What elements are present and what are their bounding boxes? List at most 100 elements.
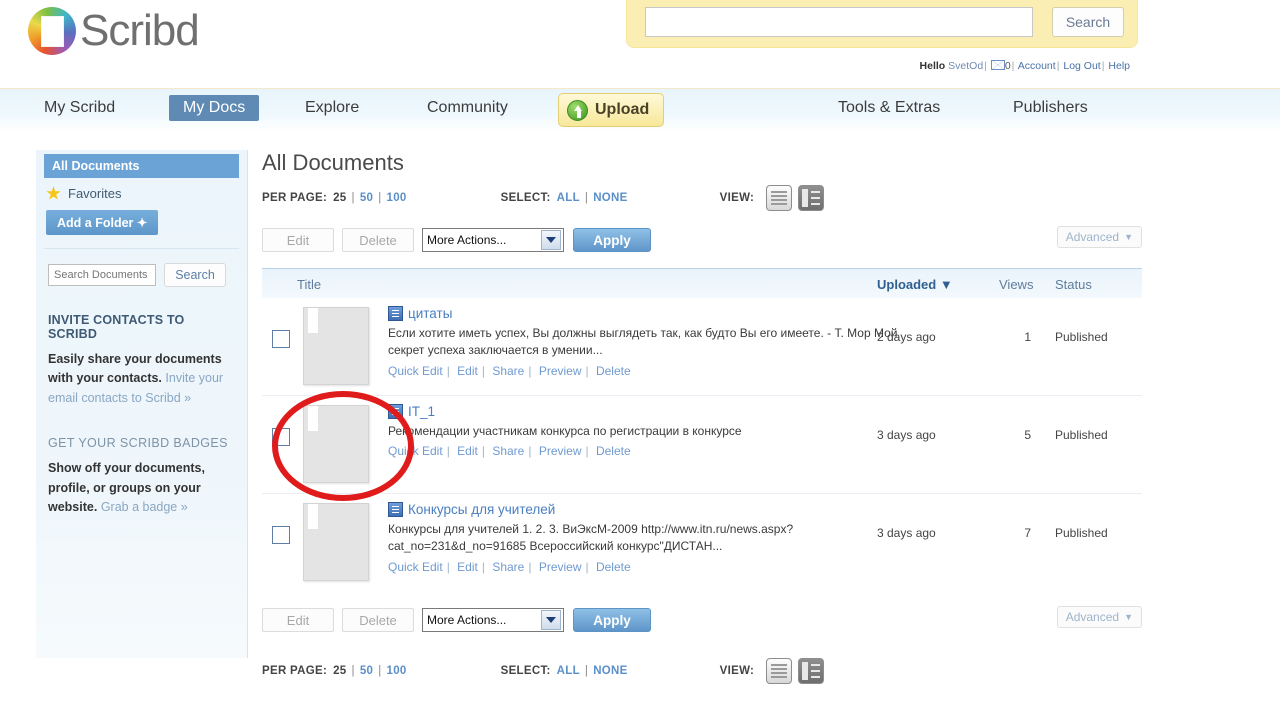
delete-button-top[interactable]: Delete <box>342 228 414 252</box>
global-search-box: Search <box>626 0 1138 48</box>
delete-button-bottom[interactable]: Delete <box>342 608 414 632</box>
promo-badges: GET YOUR SCRIBD BADGES Show off your doc… <box>48 436 235 517</box>
nav-item-community[interactable]: Community <box>427 99 508 117</box>
edit-link[interactable]: Edit <box>457 560 478 574</box>
quick-edit-link[interactable]: Quick Edit <box>388 444 443 458</box>
add-folder-button[interactable]: Add a Folder ✦ <box>46 210 159 235</box>
column-header-status[interactable]: Status <box>1055 277 1092 292</box>
advanced-button-top[interactable]: Advanced ▼ <box>1056 226 1142 248</box>
quick-edit-link[interactable]: Quick Edit <box>388 364 443 378</box>
document-description: Конкурсы для учителей 1. 2. 3. ВиЭксМ-20… <box>388 522 794 554</box>
nav-item-my-scribd[interactable]: My Scribd <box>44 99 115 117</box>
sidebar-item-favorites-label: Favorites <box>68 186 122 201</box>
view-list-icon-bottom[interactable] <box>766 658 793 684</box>
per-page-25[interactable]: 25 <box>333 192 346 204</box>
meta-row-top: PER PAGE: 25 | 50 | 100 SELECT: ALL | NO… <box>262 185 1142 211</box>
sidebar-item-favorites[interactable]: Favorites <box>46 186 239 201</box>
select-all-link-bottom[interactable]: ALL <box>557 665 580 677</box>
share-link[interactable]: Share <box>492 560 524 574</box>
sidebar-item-all-documents[interactable]: All Documents <box>44 154 239 178</box>
more-actions-label-top: More Actions... <box>427 233 507 247</box>
row-checkbox[interactable] <box>272 526 290 544</box>
document-thumbnail[interactable] <box>303 307 369 385</box>
document-title-row: IT_1 <box>388 404 928 419</box>
preview-link[interactable]: Preview <box>539 364 582 378</box>
help-link[interactable]: Help <box>1108 60 1130 72</box>
view-list-icon[interactable] <box>766 185 793 211</box>
per-page-50-bottom[interactable]: 50 <box>360 665 373 677</box>
account-link[interactable]: Account <box>1018 60 1056 72</box>
table-header: Title Uploaded ▼ Views Status <box>262 268 1142 298</box>
sidebar-search: Search <box>48 263 247 287</box>
nav-item-publishers[interactable]: Publishers <box>1013 99 1088 117</box>
document-thumbnail[interactable] <box>303 405 369 483</box>
delete-link[interactable]: Delete <box>596 364 631 378</box>
delete-link[interactable]: Delete <box>596 444 631 458</box>
column-header-uploaded[interactable]: Uploaded ▼ <box>877 277 953 292</box>
main-content: All Documents PER PAGE: 25 | 50 | 100 SE… <box>262 150 1142 684</box>
document-title-link[interactable]: Конкурсы для учителей <box>408 502 555 517</box>
chevron-down-icon: ▼ <box>1124 232 1133 242</box>
edit-button-bottom[interactable]: Edit <box>262 608 334 632</box>
share-link[interactable]: Share <box>492 364 524 378</box>
view-label: VIEW: <box>719 192 755 204</box>
advanced-label-bottom: Advanced <box>1065 610 1120 624</box>
nav-item-explore[interactable]: Explore <box>305 99 359 117</box>
apply-button-top[interactable]: Apply <box>573 228 651 252</box>
word-document-icon <box>388 306 403 321</box>
main-nav: My Scribd My Docs Explore Community Uplo… <box>0 88 1280 132</box>
document-uploaded: 3 days ago <box>877 428 936 442</box>
nav-item-tools-extras[interactable]: Tools & Extras <box>838 99 940 117</box>
per-page-100[interactable]: 100 <box>387 192 407 204</box>
view-detail-icon[interactable] <box>798 185 825 211</box>
edit-link[interactable]: Edit <box>457 364 478 378</box>
sidebar: All Documents Favorites Add a Folder ✦ S… <box>36 150 248 658</box>
advanced-button-bottom[interactable]: Advanced ▼ <box>1056 606 1142 628</box>
search-button[interactable]: Search <box>1052 7 1124 37</box>
column-header-views[interactable]: Views <box>999 277 1033 292</box>
column-header-title[interactable]: Title <box>297 277 321 292</box>
per-page-50[interactable]: 50 <box>360 192 373 204</box>
share-link[interactable]: Share <box>492 444 524 458</box>
promo-badges-link[interactable]: Grab a badge » <box>101 500 188 514</box>
document-title-row: цитаты <box>388 306 928 321</box>
per-page-25-bottom[interactable]: 25 <box>333 665 346 677</box>
chevron-down-icon <box>541 230 561 250</box>
edit-button-top[interactable]: Edit <box>262 228 334 252</box>
logout-link[interactable]: Log Out <box>1063 60 1100 72</box>
edit-link[interactable]: Edit <box>457 444 478 458</box>
quick-edit-link[interactable]: Quick Edit <box>388 560 443 574</box>
chevron-down-icon <box>541 610 561 630</box>
apply-button-bottom[interactable]: Apply <box>573 608 651 632</box>
preview-link[interactable]: Preview <box>539 560 582 574</box>
promo-badges-title: GET YOUR SCRIBD BADGES <box>48 436 228 451</box>
nav-item-my-docs[interactable]: My Docs <box>169 95 260 121</box>
row-checkbox[interactable] <box>272 428 290 446</box>
preview-link[interactable]: Preview <box>539 444 582 458</box>
search-input[interactable] <box>645 7 1033 37</box>
delete-link[interactable]: Delete <box>596 560 631 574</box>
sidebar-search-input[interactable] <box>48 264 156 286</box>
document-actions: Quick Edit | Edit | Share | Preview | Delete <box>388 444 631 459</box>
document-title-link[interactable]: цитаты <box>408 306 452 321</box>
document-actions: Quick Edit | Edit | Share | Preview | Delete <box>388 559 631 574</box>
per-page-label: PER PAGE: <box>262 192 328 204</box>
select-none-link-bottom[interactable]: NONE <box>593 665 627 677</box>
more-actions-select-top[interactable]: More Actions... <box>422 228 564 252</box>
view-detail-icon-bottom[interactable] <box>798 658 825 684</box>
scribd-logo[interactable]: Scribd <box>28 6 200 56</box>
select-all-link[interactable]: ALL <box>557 192 580 204</box>
document-thumbnail[interactable] <box>303 503 369 581</box>
toolbar-top: Edit Delete More Actions... Apply Advanc… <box>262 226 1142 254</box>
mail-count: 0 <box>1004 60 1011 72</box>
sidebar-search-button[interactable]: Search <box>164 263 226 287</box>
per-page-100-bottom[interactable]: 100 <box>387 665 407 677</box>
upload-button[interactable]: Upload <box>558 93 665 127</box>
account-bar: Hello SvetOd| 0| Account| Log Out| Help <box>919 60 1130 72</box>
mail-icon[interactable] <box>990 60 1005 70</box>
select-none-link[interactable]: NONE <box>593 192 627 204</box>
row-checkbox[interactable] <box>272 330 290 348</box>
star-icon <box>46 186 61 200</box>
more-actions-select-bottom[interactable]: More Actions... <box>422 608 564 632</box>
document-title-link[interactable]: IT_1 <box>408 404 435 419</box>
